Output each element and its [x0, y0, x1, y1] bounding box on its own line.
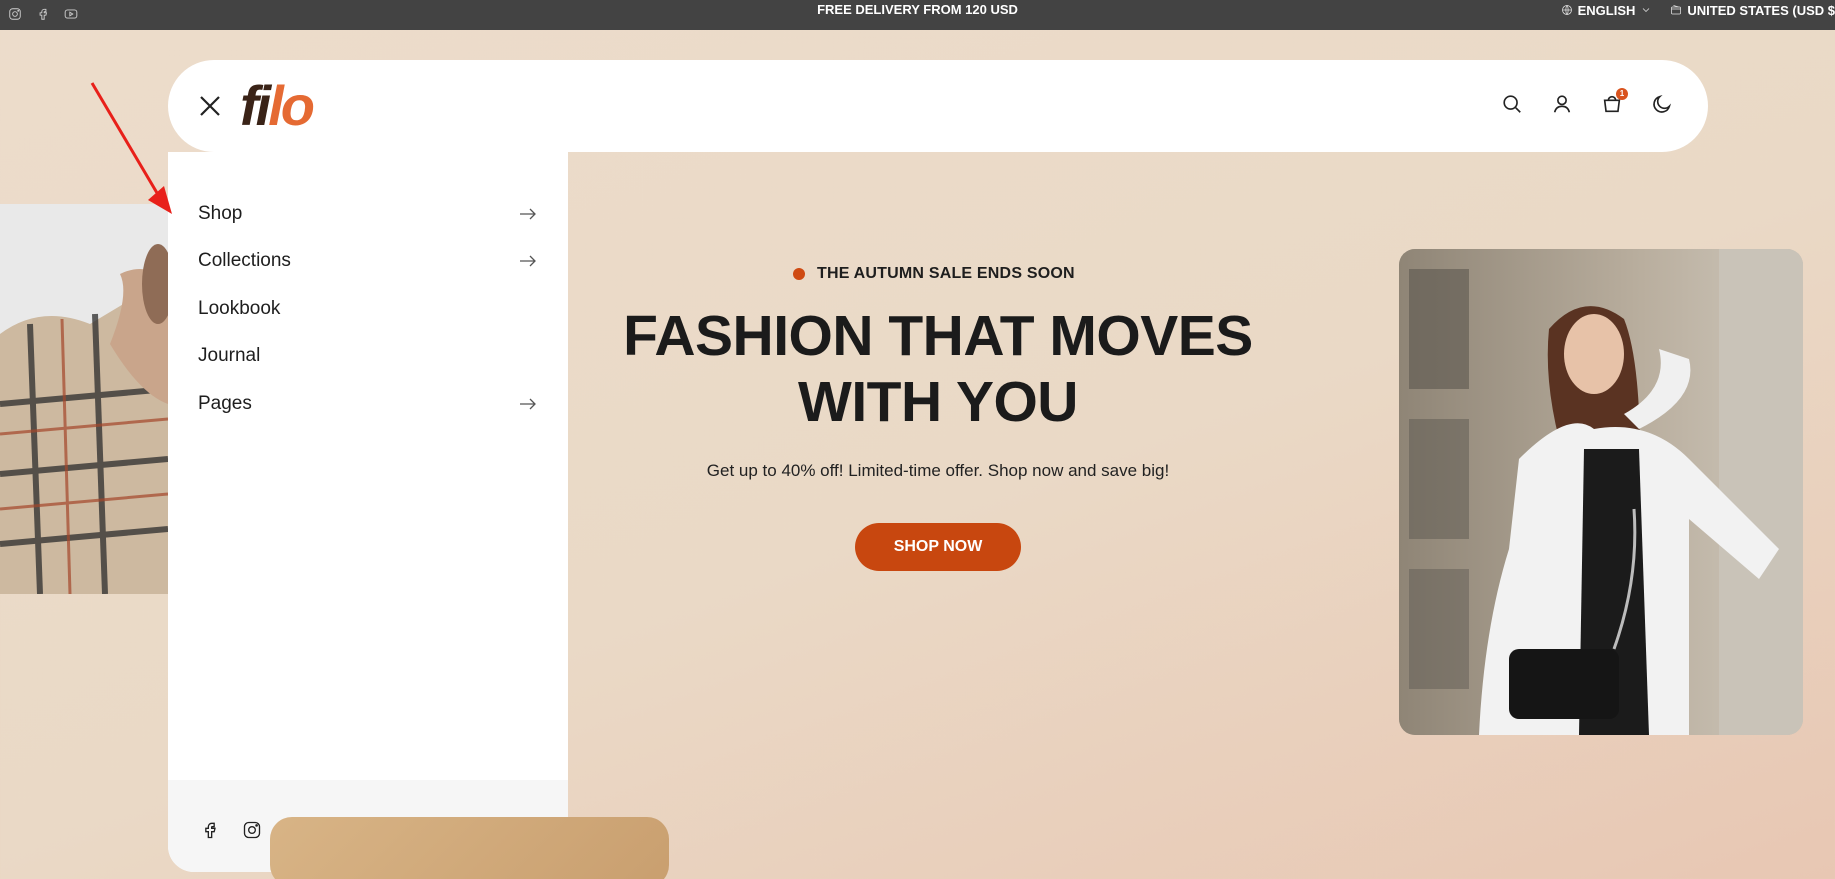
search-icon — [1503, 95, 1521, 113]
logo-part-accent: lo — [268, 74, 315, 137]
user-icon — [1553, 95, 1571, 113]
menu-item-pages[interactable]: Pages — [198, 380, 538, 428]
cart-button[interactable]: 1 — [1600, 88, 1628, 118]
close-icon — [200, 96, 220, 116]
arrow-right-icon — [520, 398, 536, 410]
menu-item-label: Lookbook — [198, 297, 281, 319]
arrow-right-icon — [520, 255, 536, 267]
topbar-selectors: ENGLISH UNITED STATES (USD $ — [1561, 0, 1835, 20]
menu-item-label: Collections — [198, 250, 291, 272]
facebook-icon[interactable] — [200, 820, 220, 845]
shop-now-button[interactable]: SHOP NOW — [855, 523, 1021, 571]
menu-item-label: Journal — [198, 345, 261, 367]
hero-left-image — [0, 204, 168, 594]
menu-item-collections[interactable]: Collections — [198, 238, 538, 286]
logo-part-dark: fi — [240, 74, 271, 137]
header-actions: 1 — [1500, 88, 1674, 118]
menu-item-label: Shop — [198, 202, 243, 224]
theme-toggle-button[interactable] — [1650, 90, 1674, 118]
language-label: ENGLISH — [1577, 2, 1636, 18]
side-menu-drawer: Shop Collections Lookbook Journal Pages — [168, 152, 568, 872]
featured-tile — [270, 817, 669, 879]
logo[interactable]: filo — [240, 72, 315, 140]
currency-label: UNITED STATES (USD $ — [1687, 2, 1835, 18]
chevron-down-icon — [1643, 8, 1650, 13]
instagram-icon[interactable] — [242, 820, 262, 845]
hero-right-image — [1399, 249, 1803, 735]
language-selector[interactable]: ENGLISH — [1561, 3, 1653, 18]
headline-line-1: FASHION THAT MOVES — [623, 304, 1253, 368]
menu-item-lookbook[interactable]: Lookbook — [198, 285, 538, 333]
announcement-bar: FREE DELIVERY FROM 120 USD ENGLISH UNITE… — [0, 0, 1835, 30]
hero-headline: FASHION THAT MOVES WITH YOU — [580, 303, 1296, 435]
sale-tag-text: THE AUTUMN SALE ENDS SOON — [817, 265, 1075, 282]
wallet-icon — [1671, 5, 1682, 15]
cart-count-badge: 1 — [1616, 88, 1628, 100]
menu-item-journal[interactable]: Journal — [198, 333, 538, 381]
hero-subtext: Get up to 40% off! Limited-time offer. S… — [706, 461, 1170, 480]
globe-icon — [1561, 5, 1572, 15]
main-menu: Shop Collections Lookbook Journal Pages — [198, 190, 538, 428]
search-button[interactable] — [1500, 90, 1524, 118]
moon-icon — [1653, 94, 1672, 113]
currency-selector[interactable]: UNITED STATES (USD $ — [1670, 3, 1835, 18]
arrow-right-icon — [520, 208, 536, 220]
close-menu-button[interactable] — [194, 90, 226, 122]
menu-item-label: Pages — [198, 392, 252, 414]
site-header: filo 1 — [168, 60, 1708, 152]
sale-tag: THE AUTUMN SALE ENDS SOON — [793, 265, 1075, 283]
tag-dot — [793, 268, 805, 280]
headline-line-2: WITH YOU — [798, 370, 1078, 434]
menu-item-shop[interactable]: Shop — [198, 190, 538, 238]
account-button[interactable] — [1550, 90, 1574, 118]
